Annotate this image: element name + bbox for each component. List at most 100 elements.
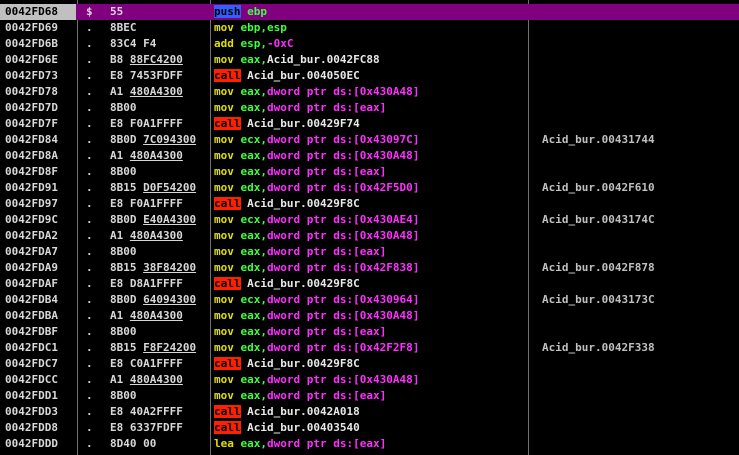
flag-cell: $ — [86, 5, 93, 18]
disassembly-cell[interactable]: call Acid_bur.0042A018 — [212, 404, 528, 420]
disassembly-cell[interactable]: mov eax,dword ptr ds:[0x430A48] — [212, 84, 528, 100]
disasm-row[interactable]: 0042FD8F. 8B00 mov eax,dword ptr ds:[eax] — [0, 164, 739, 180]
address-cell[interactable]: 0042FDDD — [0, 436, 76, 452]
disasm-row[interactable]: 0042FD68 $55 push ebp — [0, 4, 739, 20]
disasm-row[interactable]: 0042FDD1. 8B00 mov eax,dword ptr ds:[eax] — [0, 388, 739, 404]
disasm-row[interactable]: 0042FDBA. A1 480A4300 mov eax,dword ptr ds… — [0, 308, 739, 324]
address-cell[interactable]: 0042FDC7 — [0, 356, 76, 372]
mnemonic: mov — [214, 85, 234, 98]
disassembly-cell[interactable]: mov edx,dword ptr ds:[0x42F838] — [212, 260, 528, 276]
address-cell[interactable]: 0042FD6E — [0, 52, 76, 68]
disassembly-cell[interactable]: call Acid_bur.004050EC — [212, 68, 528, 84]
comment-cell — [530, 244, 739, 260]
address-cell[interactable]: 0042FDBA — [0, 308, 76, 324]
disassembly-cell[interactable]: mov eax,dword ptr ds:[0x430A48] — [212, 148, 528, 164]
disasm-row[interactable]: 0042FD6E. B8 88FC4200 mov eax,Acid_bur.004… — [0, 52, 739, 68]
flag-cell: . — [86, 357, 93, 370]
disasm-row[interactable]: 0042FDD3. E8 40A2FFFF call Acid_bur.0042A0… — [0, 404, 739, 420]
mnemonic: call — [214, 277, 241, 290]
address-cell[interactable]: 0042FDD8 — [0, 420, 76, 436]
disasm-row[interactable]: 0042FDA9. 8B15 38F84200 mov edx,dword ptr … — [0, 260, 739, 276]
disasm-row[interactable]: 0042FD73. E8 7453FDFF call Acid_bur.004050… — [0, 68, 739, 84]
disassembly-cell[interactable]: mov ebp,esp — [212, 20, 528, 36]
address-cell[interactable]: 0042FD6B — [0, 36, 76, 52]
disasm-row[interactable]: 0042FD7F. E8 F0A1FFFF call Acid_bur.00429F… — [0, 116, 739, 132]
flag-cell: . — [86, 325, 93, 338]
disassembly-cell[interactable]: call Acid_bur.00403540 — [212, 420, 528, 436]
operand: eax, — [240, 85, 268, 98]
disassembly-cell[interactable]: mov ecx,dword ptr ds:[0x430AE4] — [212, 212, 528, 228]
disassembly-cell[interactable]: mov eax,dword ptr ds:[eax] — [212, 244, 528, 260]
address-cell[interactable]: 0042FDCC — [0, 372, 76, 388]
disasm-row[interactable]: 0042FD7D. 8B00 mov eax,dword ptr ds:[eax] — [0, 100, 739, 116]
operand: edx, — [240, 341, 268, 354]
disassembly-cell[interactable]: push ebp — [212, 4, 528, 20]
disassembly-cell[interactable]: mov eax,dword ptr ds:[eax] — [212, 324, 528, 340]
disasm-row[interactable]: 0042FDD8. E8 6337FDFF call Acid_bur.004035… — [0, 420, 739, 436]
disassembly-cell[interactable]: mov eax,dword ptr ds:[eax] — [212, 388, 528, 404]
flag-cell: . — [86, 69, 93, 82]
disassembly-cell[interactable]: mov eax,dword ptr ds:[eax] — [212, 164, 528, 180]
disasm-row[interactable]: 0042FDC7. E8 C0A1FFFF call Acid_bur.00429F… — [0, 356, 739, 372]
disassembly-cell[interactable]: lea eax,dword ptr ds:[eax] — [212, 436, 528, 452]
disassembly-cell[interactable]: call Acid_bur.00429F8C — [212, 356, 528, 372]
address-cell[interactable]: 0042FD78 — [0, 84, 76, 100]
address-cell[interactable]: 0042FD7D — [0, 100, 76, 116]
disassembly-cell[interactable]: mov edx,dword ptr ds:[0x42F2F8] — [212, 340, 528, 356]
disasm-row[interactable]: 0042FDA2. A1 480A4300 mov eax,dword ptr ds… — [0, 228, 739, 244]
disasm-row[interactable]: 0042FD78. A1 480A4300 mov eax,dword ptr ds… — [0, 84, 739, 100]
hex-dump-cell: A1 480A4300 — [110, 149, 183, 162]
disassembly-pane[interactable]: 0042FD68 $55 push ebp 0042FD69. 8BEC mov ebp,… — [0, 0, 739, 455]
disasm-row[interactable]: 0042FDBF. 8B00 mov eax,dword ptr ds:[eax] — [0, 324, 739, 340]
address-cell[interactable]: 0042FD84 — [0, 132, 76, 148]
disassembly-cell[interactable]: mov eax,dword ptr ds:[0x430A48] — [212, 372, 528, 388]
disasm-row[interactable]: 0042FD84. 8B0D 7C094300 mov ecx,dword ptr … — [0, 132, 739, 148]
address-cell[interactable]: 0042FDC1 — [0, 340, 76, 356]
address-cell[interactable]: 0042FDBF — [0, 324, 76, 340]
disassembly-cell[interactable]: mov ecx,dword ptr ds:[0x43097C] — [212, 132, 528, 148]
disasm-row[interactable]: 0042FDA7. 8B00 mov eax,dword ptr ds:[eax] — [0, 244, 739, 260]
disassembly-cell[interactable]: call Acid_bur.00429F74 — [212, 116, 528, 132]
operand: ebp — [247, 5, 267, 18]
disassembly-cell[interactable]: mov eax,dword ptr ds:[0x430A48] — [212, 308, 528, 324]
disasm-row[interactable]: 0042FDCC. A1 480A4300 mov eax,dword ptr ds… — [0, 372, 739, 388]
address-cell[interactable]: 0042FD97 — [0, 196, 76, 212]
disasm-row[interactable]: 0042FD9C. 8B0D E40A4300 mov ecx,dword ptr … — [0, 212, 739, 228]
flag-cell: . — [86, 245, 93, 258]
disassembly-cell[interactable]: mov eax,dword ptr ds:[eax] — [212, 100, 528, 116]
hex-dump-cell: 8BEC — [110, 21, 137, 34]
disassembly-cell[interactable]: call Acid_bur.00429F8C — [212, 196, 528, 212]
disasm-row[interactable]: 0042FD8A. A1 480A4300 mov eax,dword ptr ds… — [0, 148, 739, 164]
address-cell[interactable]: 0042FDAF — [0, 276, 76, 292]
disasm-row[interactable]: 0042FDB4. 8B0D 64094300 mov ecx,dword ptr … — [0, 292, 739, 308]
address-cell[interactable]: 0042FDB4 — [0, 292, 76, 308]
address-cell[interactable]: 0042FD8F — [0, 164, 76, 180]
disasm-row[interactable]: 0042FD97. E8 F0A1FFFF call Acid_bur.00429F… — [0, 196, 739, 212]
disassembly-cell[interactable]: mov edx,dword ptr ds:[0x42F5D0] — [212, 180, 528, 196]
address-cell[interactable]: 0042FDD3 — [0, 404, 76, 420]
disasm-row[interactable]: 0042FD69. 8BEC mov ebp,esp — [0, 20, 739, 36]
address-cell[interactable]: 0042FD69 — [0, 20, 76, 36]
disasm-row[interactable]: 0042FDAF. E8 D8A1FFFF call Acid_bur.00429F… — [0, 276, 739, 292]
address-cell[interactable]: 0042FD7F — [0, 116, 76, 132]
disassembly-cell[interactable]: mov eax,dword ptr ds:[0x430A48] — [212, 228, 528, 244]
address-cell[interactable]: 0042FDD1 — [0, 388, 76, 404]
disassembly-cell[interactable]: mov ecx,dword ptr ds:[0x430964] — [212, 292, 528, 308]
disassembly-cell[interactable]: call Acid_bur.00429F8C — [212, 276, 528, 292]
operand: eax, — [240, 437, 268, 450]
address-cell[interactable]: 0042FD8A — [0, 148, 76, 164]
disassembly-cell[interactable]: add esp,-0xC — [212, 36, 528, 52]
address-cell[interactable]: 0042FD68 — [0, 4, 76, 20]
address-cell[interactable]: 0042FD91 — [0, 180, 76, 196]
disasm-row[interactable]: 0042FD91. 8B15 D0F54200 mov edx,dword ptr … — [0, 180, 739, 196]
address-cell[interactable]: 0042FDA2 — [0, 228, 76, 244]
address-cell[interactable]: 0042FD9C — [0, 212, 76, 228]
disasm-row[interactable]: 0042FDC1. 8B15 F8F24200 mov edx,dword ptr … — [0, 340, 739, 356]
disassembly-cell[interactable]: mov eax,Acid_bur.0042FC88 — [212, 52, 528, 68]
hex-dump-cell: 8B00 — [110, 245, 137, 258]
disasm-row[interactable]: 0042FD6B. 83C4 F4 add esp,-0xC — [0, 36, 739, 52]
address-cell[interactable]: 0042FDA7 — [0, 244, 76, 260]
address-cell[interactable]: 0042FD73 — [0, 68, 76, 84]
disasm-row[interactable]: 0042FDDD. 8D40 00 lea eax,dword ptr ds:[ea… — [0, 436, 739, 452]
address-cell[interactable]: 0042FDA9 — [0, 260, 76, 276]
